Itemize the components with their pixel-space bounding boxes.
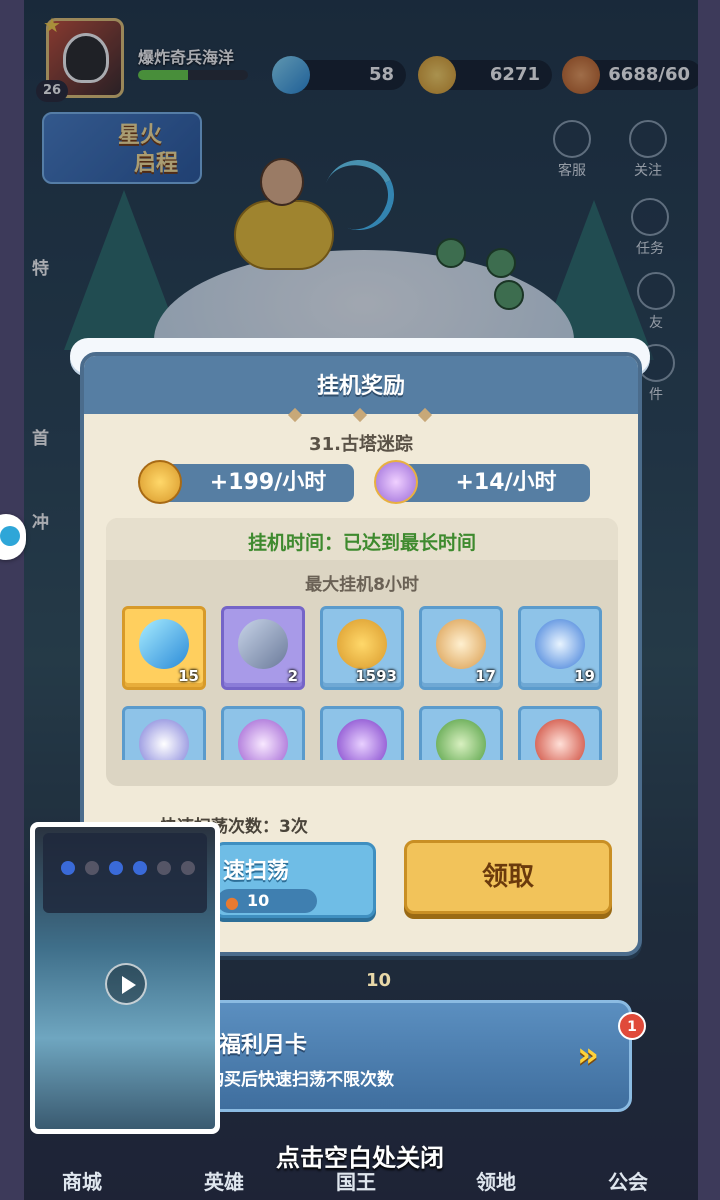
reward-item[interactable]: 2: [221, 606, 305, 690]
sword-orb-icon: [535, 719, 585, 760]
reward-grid[interactable]: 15 2 1593 17 19: [122, 606, 606, 760]
background-counter: 10: [366, 970, 392, 991]
pip-control-panel: [43, 833, 207, 913]
reward-quantity: 15: [178, 667, 199, 685]
reward-item[interactable]: 1593: [320, 606, 404, 690]
meat-icon: ●: [225, 893, 239, 912]
eye-emblem-icon: [238, 719, 288, 760]
toggle-icon: [157, 861, 171, 875]
stage-name: 31.古塔迷踪: [309, 434, 413, 455]
right-edge-bar: [698, 0, 720, 1200]
toggle-icon: [133, 861, 147, 875]
idle-time-status: 挂机时间：已达到最长时间: [247, 532, 476, 554]
modal-header: 挂机奖励: [84, 356, 638, 414]
nav-shop[interactable]: 商城: [42, 1166, 122, 1195]
fast-forward-icon[interactable]: »: [577, 1035, 599, 1075]
claim-button[interactable]: 领取: [404, 840, 612, 914]
left-edge-bar: [0, 0, 24, 1200]
nav-territory[interactable]: 领地: [456, 1166, 536, 1195]
reward-item[interactable]: [320, 706, 404, 760]
reward-item[interactable]: 19: [518, 606, 602, 690]
quick-sweep-label: 速扫荡: [223, 859, 290, 884]
pip-video-content: [35, 827, 215, 1129]
bottom-nav: 商城 英雄 国王 领地 公会: [24, 1160, 698, 1200]
orb-rate: +14/小时: [455, 470, 557, 495]
monthly-card-description: 购买后快速扫荡不限次数: [207, 1070, 394, 1090]
coin-icon: [337, 619, 387, 669]
claim-label: 领取: [481, 862, 534, 892]
add-icon: [181, 861, 195, 875]
constellation-orb-icon: [436, 719, 486, 760]
quick-sweep-cost: ● 10: [217, 889, 317, 913]
reward-quantity: 2: [287, 667, 298, 685]
question-orb-icon: [374, 460, 418, 504]
nav-heroes[interactable]: 英雄: [184, 1166, 264, 1195]
pip-video-window[interactable]: [30, 822, 220, 1134]
reward-item[interactable]: [221, 706, 305, 760]
reward-quantity: 1593: [355, 667, 397, 685]
coin-icon: [138, 460, 182, 504]
max-idle-duration: 最大挂机8小时: [305, 575, 419, 595]
reward-item[interactable]: [419, 706, 503, 760]
quick-sweep-cost-value: 10: [247, 891, 270, 910]
monthly-card-banner[interactable]: 福利月卡 购买后快速扫荡不限次数 »: [196, 1000, 632, 1112]
swirl-orb-icon: [535, 619, 585, 669]
reward-box: 挂机时间：已达到最长时间 最大挂机8小时 15 2 1593 17 19: [106, 518, 618, 786]
nav-guild[interactable]: 公会: [588, 1166, 668, 1195]
monthly-card-title: 福利月卡: [219, 1033, 308, 1058]
nav-king[interactable]: 国王: [316, 1166, 396, 1195]
coin-rate-pill: +199/小时: [138, 460, 354, 504]
paw-orb-icon: [139, 719, 189, 760]
reward-item[interactable]: 17: [419, 606, 503, 690]
bluetooth-icon: [85, 861, 99, 875]
quick-sweep-button[interactable]: 速扫荡 ● 10: [214, 842, 376, 918]
wing-emblem-icon: [436, 619, 486, 669]
reward-item[interactable]: [122, 706, 206, 760]
reward-quantity: 19: [574, 667, 595, 685]
reward-quantity: 17: [475, 667, 496, 685]
reward-item[interactable]: [518, 706, 602, 760]
notification-badge: 1: [618, 1012, 646, 1040]
question-orb-icon: [337, 719, 387, 760]
toggle-icon: [109, 861, 123, 875]
hammer-icon: [238, 619, 288, 669]
coin-rate: +199/小时: [209, 470, 327, 495]
play-icon[interactable]: [105, 963, 147, 1005]
wifi-icon: [61, 861, 75, 875]
reward-item[interactable]: 15: [122, 606, 206, 690]
header-ornament: [280, 407, 440, 423]
diamond-icon: [139, 619, 189, 669]
orb-rate-pill: +14/小时: [374, 460, 590, 504]
